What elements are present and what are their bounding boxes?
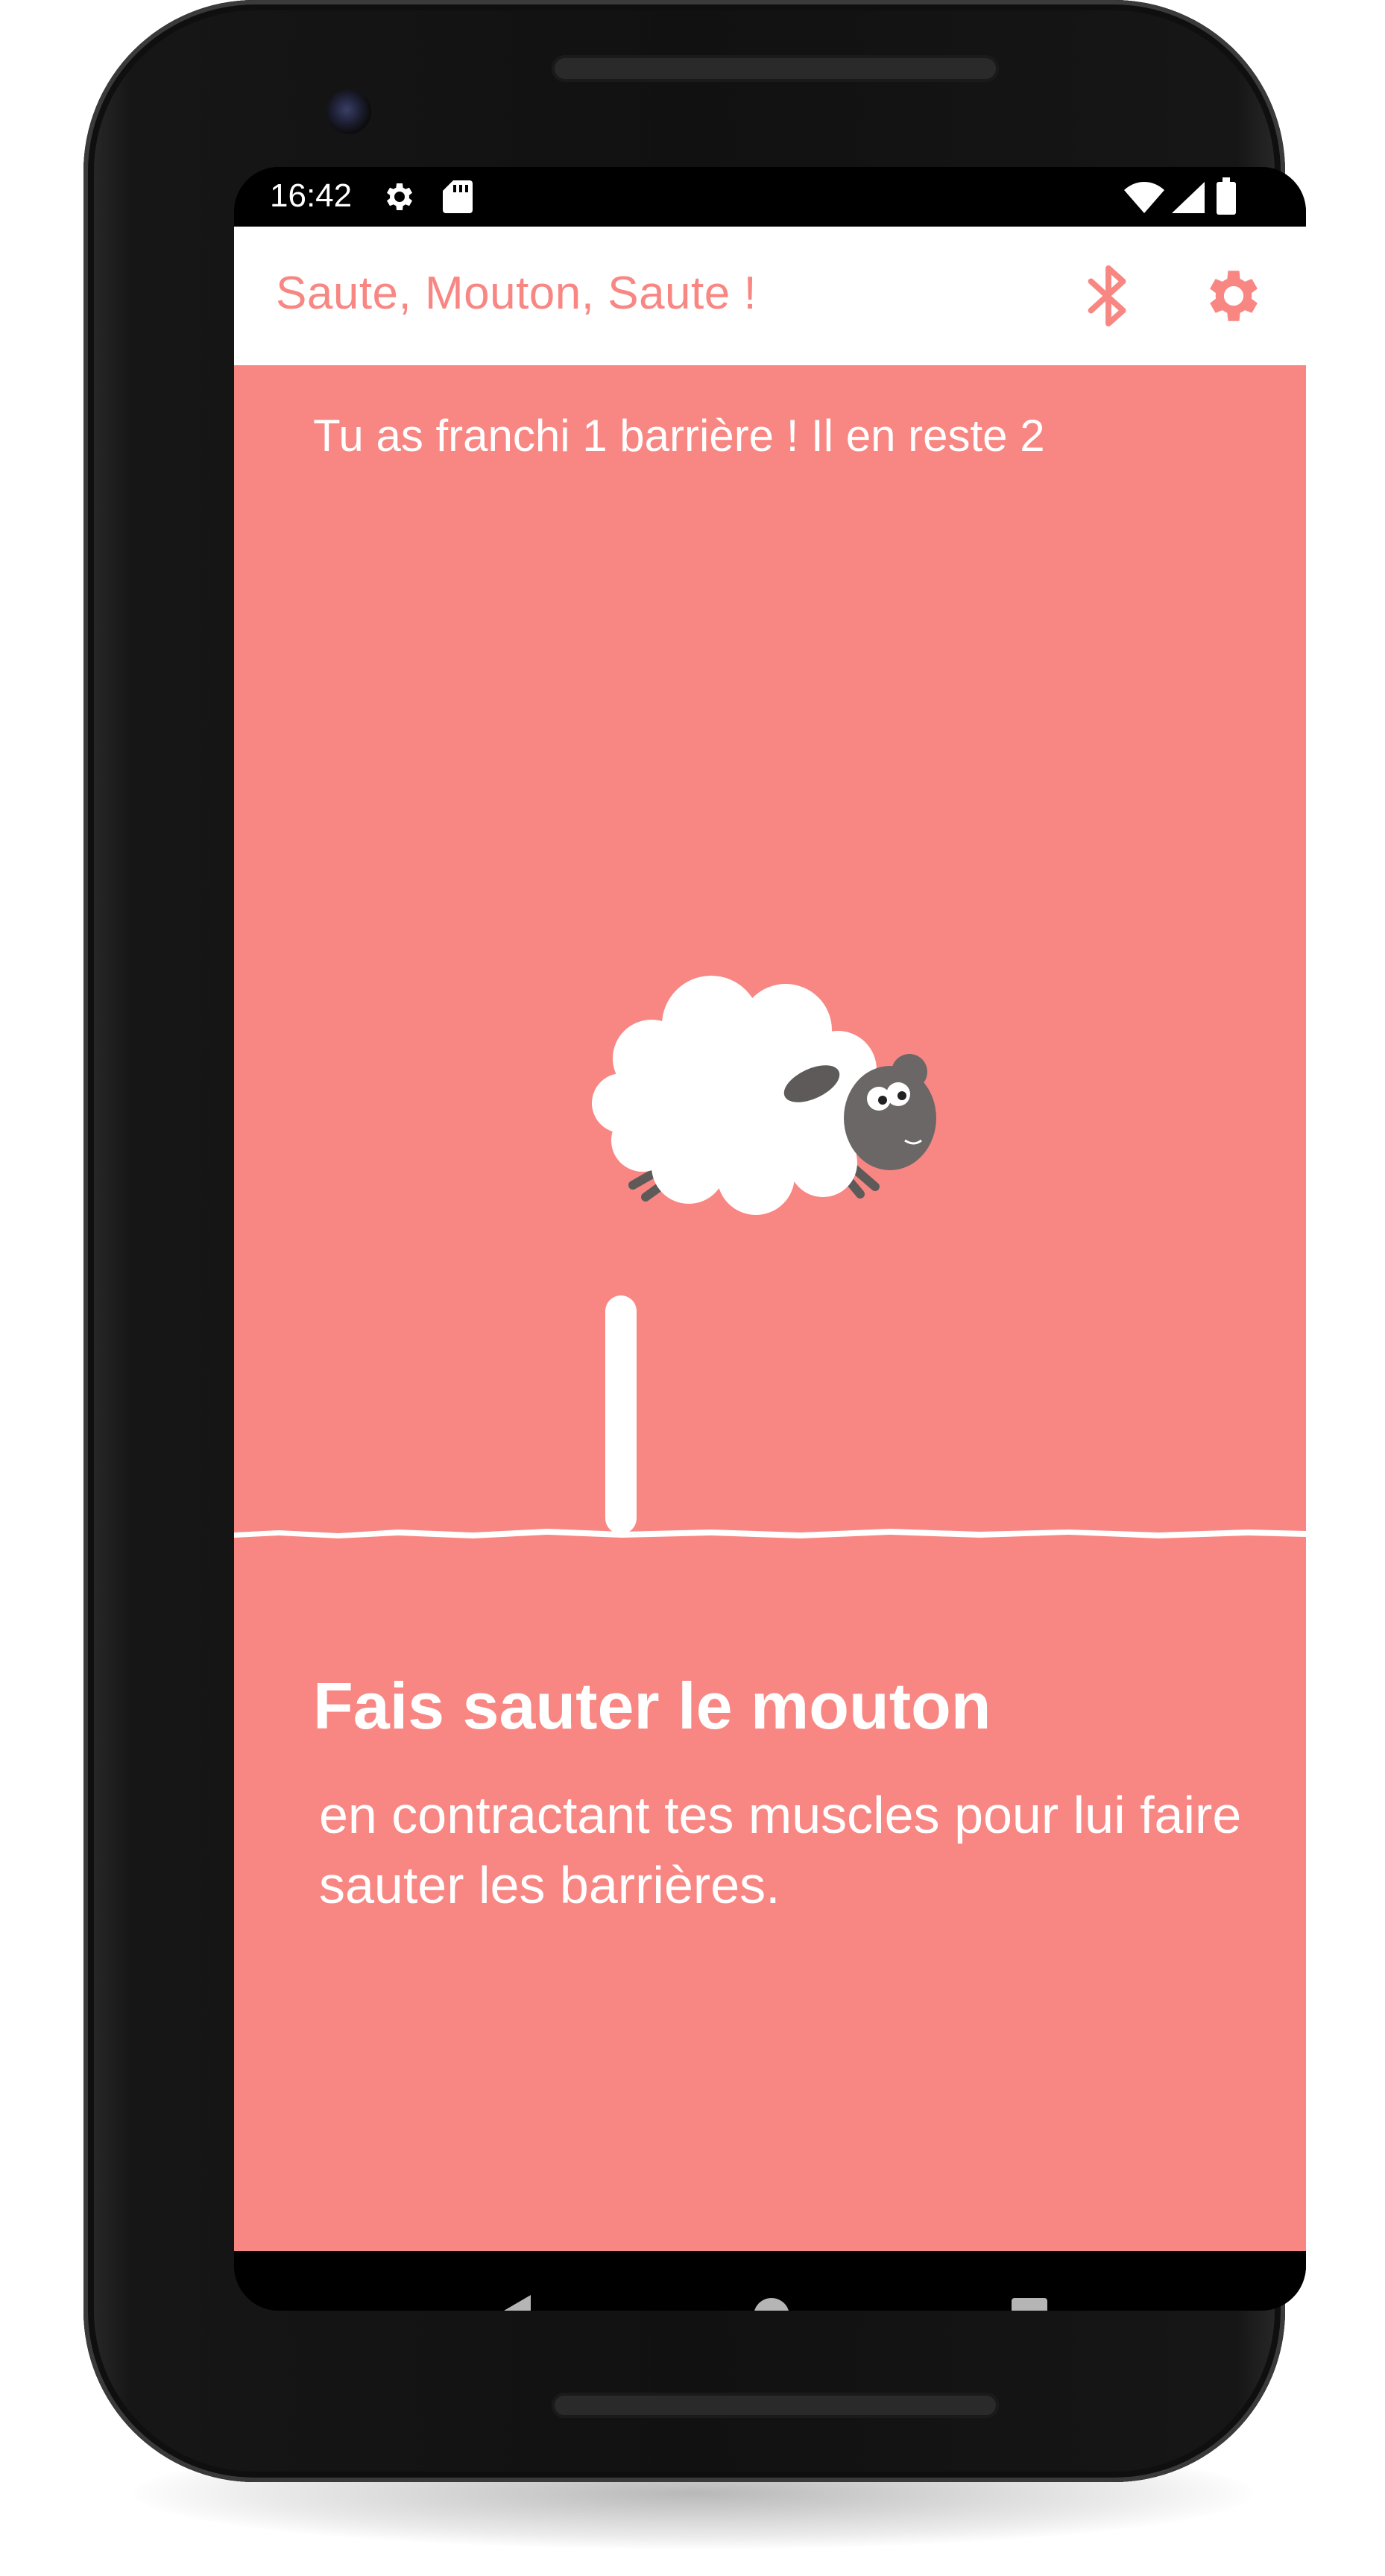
ground-line bbox=[234, 1529, 1306, 1538]
bluetooth-button[interactable] bbox=[1067, 256, 1149, 338]
home-icon bbox=[753, 2297, 790, 2311]
recents-icon bbox=[1012, 2297, 1047, 2311]
settings-icon bbox=[1200, 262, 1267, 333]
instruction-title: Fais sauter le mouton bbox=[313, 1669, 991, 1743]
phone-frame: 16:42 Saute, Mouton, Saute ! Tu as franc… bbox=[83, 0, 1306, 2482]
barrier-post bbox=[605, 1295, 637, 1534]
screen: 16:42 Saute, Mouton, Saute ! Tu as franc… bbox=[234, 167, 1306, 2311]
game-scene bbox=[234, 976, 1306, 1538]
app-bar: Saute, Mouton, Saute ! bbox=[234, 227, 1306, 365]
game-area: Tu as franchi 1 barrière ! Il en reste 2 bbox=[234, 365, 1306, 2251]
settings-gear-icon bbox=[382, 179, 417, 218]
battery-icon bbox=[1217, 177, 1236, 218]
status-bar: 16:42 bbox=[234, 167, 1306, 227]
front-camera bbox=[326, 89, 371, 134]
bluetooth-icon bbox=[1086, 264, 1131, 332]
instruction-body: en contractant tes muscles pour lui fair… bbox=[319, 1786, 1242, 1914]
status-time: 16:42 bbox=[270, 177, 353, 214]
sd-card-icon bbox=[443, 179, 473, 218]
app-title: Saute, Mouton, Saute ! bbox=[276, 268, 757, 319]
recents-button[interactable] bbox=[988, 2276, 1070, 2311]
back-button[interactable] bbox=[472, 2276, 554, 2311]
settings-button[interactable] bbox=[1193, 256, 1275, 338]
signal-icon bbox=[1172, 182, 1205, 217]
back-icon bbox=[495, 2294, 531, 2311]
sheep-icon bbox=[592, 976, 936, 1215]
earpiece-speaker bbox=[552, 55, 999, 82]
home-button[interactable] bbox=[731, 2276, 813, 2311]
bottom-speaker bbox=[552, 2393, 999, 2418]
wifi-icon bbox=[1124, 182, 1164, 217]
